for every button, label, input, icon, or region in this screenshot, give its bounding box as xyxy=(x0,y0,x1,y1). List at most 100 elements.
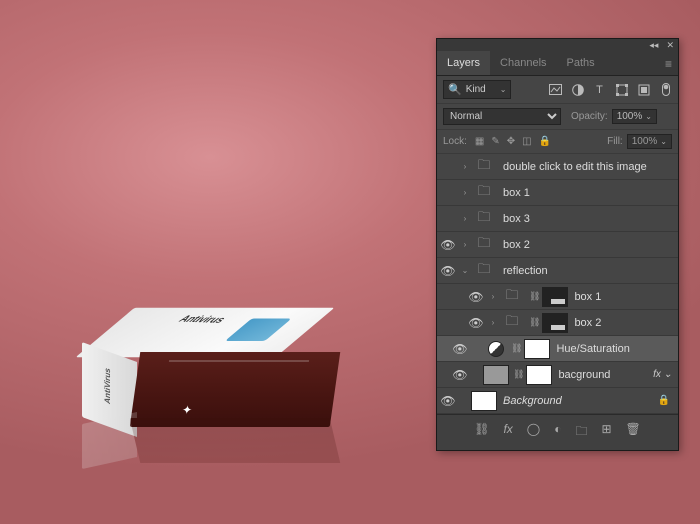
chevron-down-icon: ⌄ xyxy=(500,85,507,94)
layer-row[interactable]: 👁 ⛓ bacground fx ⌄ xyxy=(437,362,678,388)
folder-icon: 🗀 xyxy=(471,235,497,255)
panel-menu-icon[interactable]: ≡ xyxy=(665,57,672,71)
link-icon: ⛓ xyxy=(529,317,540,328)
expand-icon[interactable]: › xyxy=(459,162,471,171)
panel-tabs: Layers Channels Paths ≡ xyxy=(437,51,678,76)
layer-row[interactable]: 👁 › 🗀 box 1 xyxy=(437,180,678,206)
new-layer-icon[interactable]: ⊞ xyxy=(601,422,611,443)
layer-name[interactable]: double click to edit this image xyxy=(503,161,647,173)
visibility-toggle[interactable]: 👁 xyxy=(465,290,487,304)
filter-pixel-icon[interactable] xyxy=(549,83,562,96)
visibility-toggle[interactable]: 👁 xyxy=(437,186,459,200)
layers-panel: ◂◂ ✕ Layers Channels Paths ≡ 🔍 ⌄ T Norma… xyxy=(436,38,679,451)
visibility-toggle[interactable]: 👁 xyxy=(449,342,471,356)
close-icon[interactable]: ✕ xyxy=(666,40,674,51)
visibility-toggle[interactable]: 👁 xyxy=(437,264,459,278)
expand-icon[interactable]: ⌄ xyxy=(459,266,471,275)
layer-thumb[interactable] xyxy=(471,391,497,411)
lock-position-icon[interactable]: ✥ xyxy=(507,136,515,147)
tab-layers[interactable]: Layers xyxy=(437,51,490,75)
visibility-toggle[interactable]: 👁 xyxy=(449,368,471,382)
link-icon: ⛓ xyxy=(529,291,540,302)
layer-thumb[interactable] xyxy=(483,365,509,385)
folder-icon: 🗀 xyxy=(471,157,497,177)
visibility-toggle[interactable]: 👁 xyxy=(437,238,459,252)
expand-icon[interactable]: › xyxy=(459,240,471,249)
adjustment-icon[interactable] xyxy=(488,341,504,357)
box-top-artwork xyxy=(225,319,292,342)
expand-icon[interactable]: › xyxy=(487,292,499,301)
layer-name[interactable]: Background xyxy=(503,395,562,407)
layer-name[interactable]: box 1 xyxy=(574,291,601,303)
tab-channels[interactable]: Channels xyxy=(490,51,556,75)
fill-label: Fill: xyxy=(607,136,623,147)
visibility-toggle[interactable]: 👁 xyxy=(437,160,459,174)
filter-type-icons: T xyxy=(549,83,672,96)
layers-list: 👁 › 🗀 double click to edit this image 👁 … xyxy=(437,154,678,414)
layer-row[interactable]: 👁 Background 🔒 xyxy=(437,388,678,414)
layer-filter-select[interactable]: 🔍 ⌄ xyxy=(443,80,511,99)
visibility-toggle[interactable]: 👁 xyxy=(437,212,459,226)
filter-type-icon[interactable]: T xyxy=(593,83,606,96)
mask-thumb[interactable] xyxy=(542,313,568,333)
folder-icon: 🗀 xyxy=(471,261,497,281)
filter-mode[interactable] xyxy=(466,84,496,95)
panel-titlebar[interactable]: ◂◂ ✕ xyxy=(437,39,678,51)
mask-thumb[interactable] xyxy=(542,287,568,307)
visibility-toggle[interactable]: 👁 xyxy=(437,394,459,408)
fill-input[interactable]: 100%⌄ xyxy=(627,134,672,149)
visibility-toggle[interactable]: 👁 xyxy=(465,316,487,330)
fx-badge[interactable]: fx ⌄ xyxy=(653,369,672,380)
lock-icon[interactable]: 🔒 xyxy=(658,395,670,406)
layer-name[interactable]: box 3 xyxy=(503,213,530,225)
layer-row[interactable]: 👁 › 🗀 double click to edit this image xyxy=(437,154,678,180)
link-icon: ⛓ xyxy=(513,369,524,380)
layer-row[interactable]: 👁 › 🗀 box 3 xyxy=(437,206,678,232)
blend-mode-select[interactable]: Normal xyxy=(443,108,561,125)
filter-shape-icon[interactable] xyxy=(615,83,628,96)
box-front-logo-icon: ✦ xyxy=(181,403,193,417)
layer-row[interactable]: 👁 ⛓ Hue/Saturation xyxy=(437,336,678,362)
lock-artboard-icon[interactable]: ◫ xyxy=(522,136,531,147)
new-group-icon[interactable]: 🗀 xyxy=(575,422,587,443)
box-reflection xyxy=(60,427,320,463)
filter-row: 🔍 ⌄ T xyxy=(437,76,678,104)
delete-layer-icon[interactable]: 🗑 xyxy=(626,422,641,443)
add-mask-icon[interactable]: ◯ xyxy=(527,422,540,443)
filter-smart-icon[interactable] xyxy=(637,83,650,96)
box-top-brand: Antivirus xyxy=(175,314,229,325)
layer-name[interactable]: box 2 xyxy=(503,239,530,251)
box-side-brand: AntiVirus xyxy=(103,367,112,406)
layer-name[interactable]: Hue/Saturation xyxy=(556,343,629,355)
lock-label: Lock: xyxy=(443,136,467,147)
filter-adjust-icon[interactable] xyxy=(571,83,584,96)
opacity-label: Opacity: xyxy=(571,111,608,122)
layer-row[interactable]: 👁 ⌄ 🗀 reflection xyxy=(437,258,678,284)
expand-icon[interactable]: › xyxy=(487,318,499,327)
collapse-icon[interactable]: ◂◂ xyxy=(649,40,658,51)
mask-thumb[interactable] xyxy=(526,365,552,385)
filter-toggle-icon[interactable] xyxy=(659,83,672,96)
lock-all-icon[interactable]: 🔒 xyxy=(539,136,551,147)
expand-icon[interactable]: › xyxy=(459,214,471,223)
box-front-face: ✦ xyxy=(130,352,341,427)
lock-transparency-icon[interactable]: ▦ xyxy=(475,136,484,147)
layer-row[interactable]: 👁 › 🗀 ⛓ box 2 xyxy=(437,310,678,336)
mask-thumb[interactable] xyxy=(524,339,550,359)
expand-icon[interactable]: › xyxy=(459,188,471,197)
folder-icon: 🗀 xyxy=(471,183,497,203)
layer-row[interactable]: 👁 › 🗀 ⛓ box 1 xyxy=(437,284,678,310)
opacity-input[interactable]: 100%⌄ xyxy=(612,109,657,124)
link-layers-icon[interactable]: ⛓ xyxy=(474,422,489,443)
fx-icon[interactable]: fx xyxy=(503,422,512,443)
layer-name[interactable]: box 1 xyxy=(503,187,530,199)
adjustment-layer-icon[interactable]: ◐ xyxy=(554,422,561,443)
layer-name[interactable]: reflection xyxy=(503,265,548,277)
layer-name[interactable]: bacground xyxy=(558,369,610,381)
blend-row: Normal Opacity: 100%⌄ xyxy=(437,104,678,130)
layer-row[interactable]: 👁 › 🗀 box 2 xyxy=(437,232,678,258)
panel-footer: ⛓ fx ◯ ◐ 🗀 ⊞ 🗑 xyxy=(437,414,678,450)
layer-name[interactable]: box 2 xyxy=(574,317,601,329)
tab-paths[interactable]: Paths xyxy=(557,51,605,75)
lock-paint-icon[interactable]: ✎ xyxy=(491,136,499,147)
